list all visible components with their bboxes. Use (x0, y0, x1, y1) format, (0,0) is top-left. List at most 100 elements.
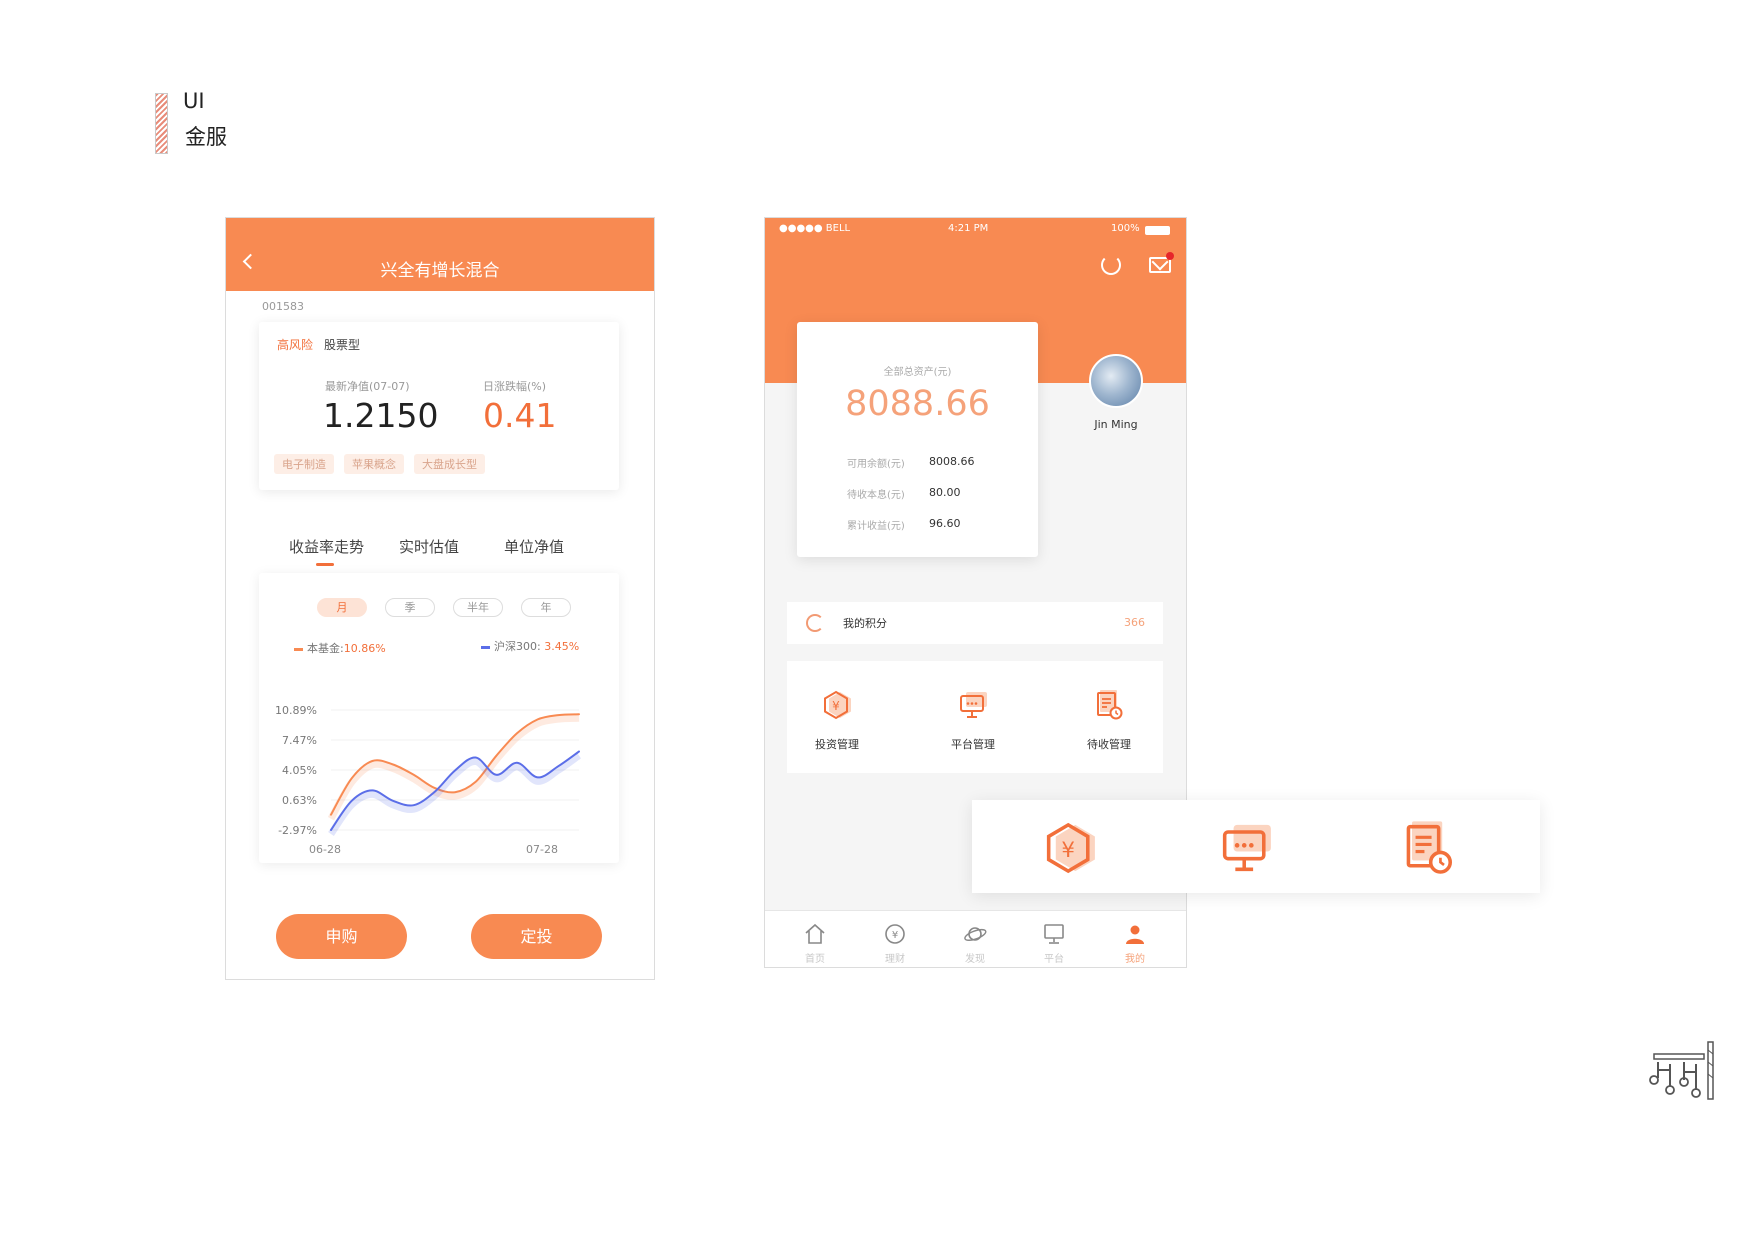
menu-receivable-management[interactable]: 待收管理 (1059, 661, 1159, 773)
my-points-row[interactable]: 我的积分 366 (787, 602, 1163, 644)
icon-showcase: ¥ (972, 800, 1540, 893)
svg-text:¥: ¥ (832, 699, 840, 713)
monitor-chat-icon (960, 692, 987, 718)
page-subtitle: 金服 (185, 125, 227, 149)
risk-level: 高风险 (277, 338, 314, 352)
tabbar-label: 发现 (965, 954, 985, 965)
period-year[interactable]: 年 (521, 598, 571, 617)
user-icon (1126, 925, 1144, 944)
avatar[interactable] (1089, 354, 1143, 408)
tabbar-finance[interactable]: ¥ 理财 (865, 911, 925, 967)
period-quarter[interactable]: 季 (385, 598, 435, 617)
points-value: 366 (1124, 616, 1145, 629)
period-selector: 月 季 半年 年 (317, 598, 571, 617)
total-asset-label: 全部总资产(元) (883, 367, 952, 378)
menu-investment-management[interactable]: ¥ 投资管理 (787, 661, 887, 773)
legend-fund-swatch (294, 647, 303, 651)
tab-unit-nav[interactable]: 单位净值 (504, 536, 564, 557)
page-mark-bar (155, 93, 168, 154)
brand-logo-icon (1649, 1041, 1714, 1100)
status-battery-text: 100% (1111, 223, 1140, 234)
nav-label: 最新净值(07-07) (325, 380, 410, 393)
fund-detail-screen: 兴全有增长混合 001583 高风险 股票型 最新净值(07-07) 1.215… (225, 217, 655, 980)
tabbar-label: 理财 (885, 954, 905, 965)
y-tick-label: 10.89% (275, 704, 317, 717)
asset-card: 全部总资产(元) 8088.66 可用余额(元) 8008.66 待收本息(元)… (797, 322, 1038, 557)
period-month[interactable]: 月 (317, 598, 367, 617)
tabbar-mine[interactable]: 我的 (1105, 911, 1165, 967)
fund-title: 兴全有增长混合 (380, 261, 500, 281)
asset-row-value: 80.00 (929, 486, 961, 499)
fund-tag: 苹果概念 (344, 454, 404, 474)
svg-text:¥: ¥ (1061, 838, 1075, 863)
active-tab-indicator (316, 563, 334, 566)
monitor-chat-icon (1222, 824, 1271, 872)
fund-tag: 电子制造 (274, 454, 334, 474)
subscribe-button[interactable]: 申购 (276, 914, 407, 959)
refresh-icon[interactable] (1101, 255, 1121, 275)
y-tick-label: 0.63% (282, 794, 317, 807)
tabbar-home[interactable]: 首页 (785, 911, 845, 967)
legend-fund: 本基金:10.86% (294, 640, 386, 656)
svg-text:¥: ¥ (892, 930, 898, 941)
tabbar-label: 平台 (1044, 954, 1064, 965)
asset-row-available: 可用余额(元) 8008.66 (847, 455, 975, 470)
period-half-year[interactable]: 半年 (453, 598, 503, 617)
yuan-coin-icon: ¥ (885, 924, 905, 944)
management-menu: ¥ 投资管理 平台管理 待收管理 (787, 661, 1163, 773)
status-carrier: ●●●●● BELL (779, 223, 851, 234)
points-icon (806, 614, 824, 632)
asset-row-label: 累计收益(元) (847, 521, 905, 532)
user-name: Jin Ming (1094, 418, 1138, 431)
page-title: UI (183, 89, 205, 113)
series-glow-0 (327, 714, 580, 821)
legend-fund-label: 本基金: (307, 642, 344, 655)
asset-row-income: 累计收益(元) 96.60 (847, 517, 961, 532)
nav-value: 1.2150 (323, 396, 439, 435)
fund-tag: 大盘成长型 (414, 454, 485, 474)
legend-index: 沪深300: 3.45% (481, 638, 579, 654)
chart-card: 10.89% 7.47% 4.05% 0.63% -2.97% 06-28 07-28 月 … (259, 573, 619, 863)
chart-tabs: 收益率走势 实时估值 单位净值 (259, 536, 621, 576)
home-icon (805, 923, 825, 944)
x-tick-label: 07-28 (526, 843, 558, 856)
notification-dot (1166, 252, 1174, 260)
change-label: 日涨跌幅(%) (483, 380, 547, 393)
tabbar-label: 我的 (1125, 954, 1145, 965)
monitor-icon (1044, 924, 1064, 944)
document-clock-icon (1097, 690, 1123, 720)
menu-platform-management[interactable]: 平台管理 (923, 661, 1023, 773)
asset-row-label: 可用余额(元) (847, 459, 905, 470)
total-asset-value: 8088.66 (845, 384, 990, 424)
battery-icon (1145, 226, 1170, 235)
auto-invest-button[interactable]: 定投 (471, 914, 602, 959)
bottom-tab-bar: 首页 ¥ 理财 发现 平台 我的 (765, 910, 1186, 967)
tab-realtime-estimate[interactable]: 实时估值 (399, 536, 459, 557)
planet-icon (964, 927, 987, 941)
yuan-hexagon-icon: ¥ (1046, 822, 1095, 874)
y-tick-label: 7.47% (282, 734, 317, 747)
asset-row-value: 8008.66 (929, 455, 975, 468)
tabbar-discover[interactable]: 发现 (945, 911, 1005, 967)
tabbar-label: 首页 (805, 954, 825, 965)
legend-index-label: 沪深300: (494, 640, 541, 653)
asset-row-label: 待收本息(元) (847, 490, 905, 501)
fund-tags: 电子制造 苹果概念 大盘成长型 (274, 454, 485, 474)
fund-code: 001583 (262, 300, 304, 313)
legend-fund-value: 10.86% (343, 642, 386, 655)
x-tick-label: 06-28 (309, 843, 341, 856)
fund-summary-card: 高风险 股票型 最新净值(07-07) 1.2150 日涨跌幅(%) 0.41 … (259, 322, 619, 490)
asset-row-value: 96.60 (929, 517, 961, 530)
y-tick-label: -2.97% (278, 824, 317, 837)
tab-yield-trend[interactable]: 收益率走势 (289, 536, 364, 557)
tabbar-platform[interactable]: 平台 (1024, 911, 1084, 967)
fund-header: 兴全有增长混合 (226, 218, 654, 291)
change-value: 0.41 (483, 396, 557, 435)
y-tick-label: 4.05% (282, 764, 317, 777)
fund-type: 股票型 (324, 338, 361, 352)
yuan-hexagon-icon: ¥ (824, 690, 851, 720)
document-clock-icon (1406, 821, 1452, 874)
menu-label: 平台管理 (951, 738, 995, 751)
menu-label: 待收管理 (1087, 738, 1131, 751)
asset-row-pending: 待收本息(元) 80.00 (847, 486, 961, 501)
